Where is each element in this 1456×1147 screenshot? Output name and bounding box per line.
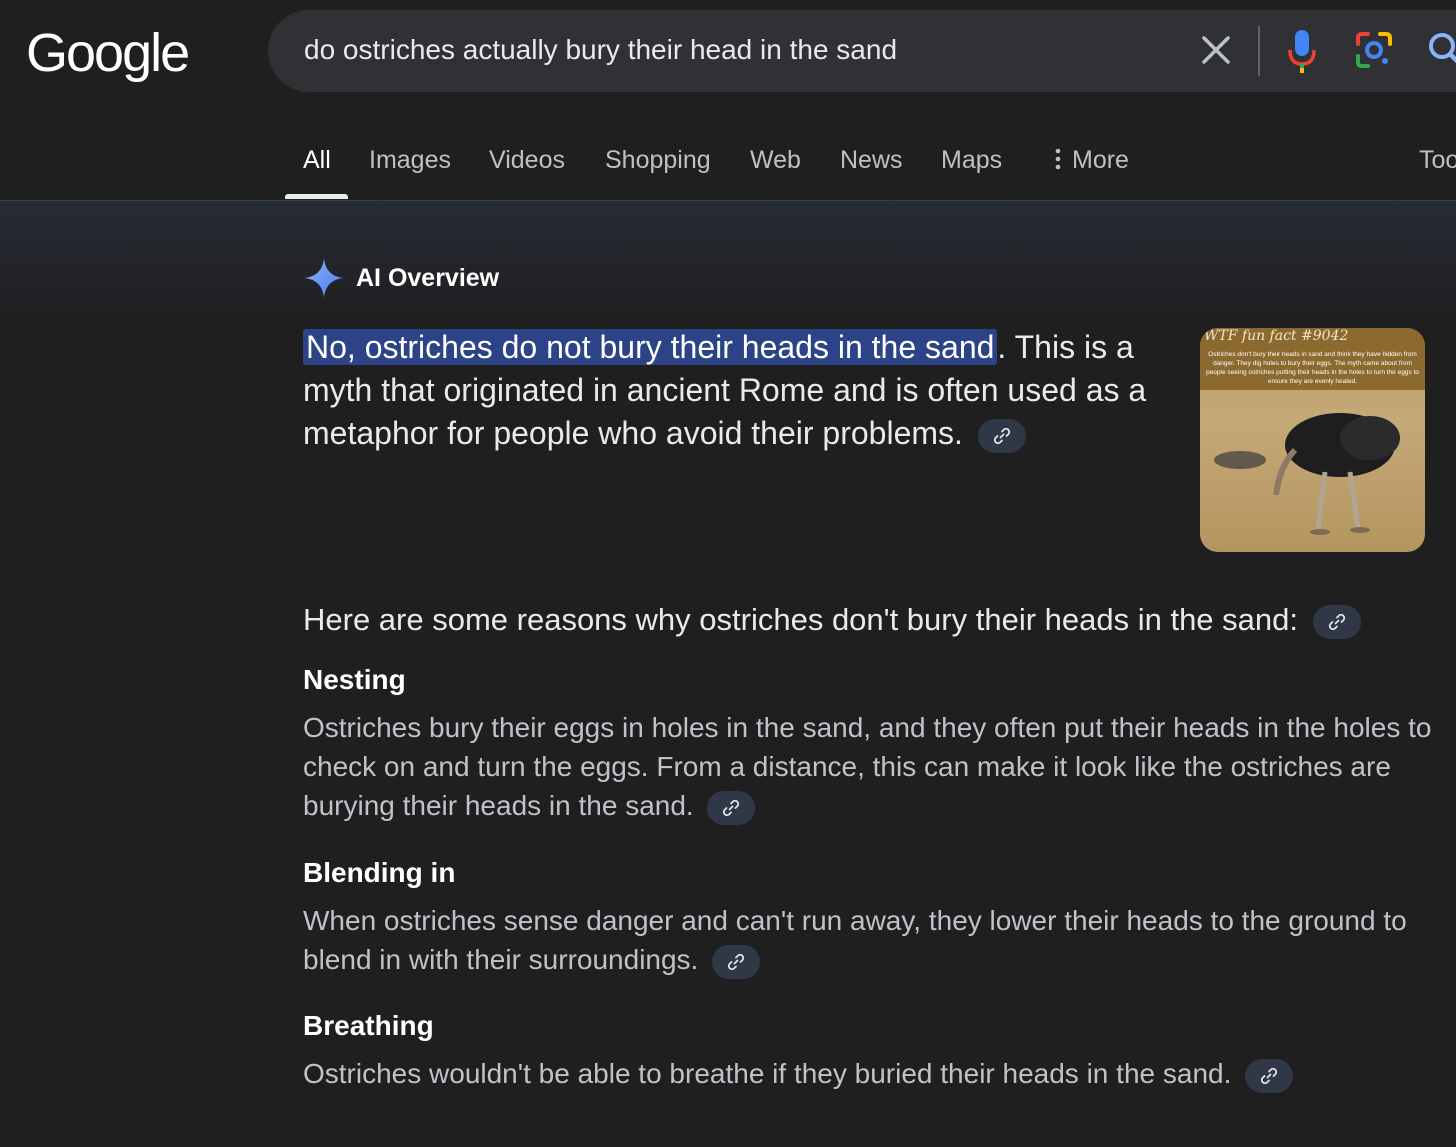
reason-body-breathing: Ostriches wouldn't be able to breathe if… [303, 1054, 1433, 1093]
search-icon[interactable] [1426, 30, 1456, 70]
reason-text: Ostriches wouldn't be able to breathe if… [303, 1058, 1232, 1089]
clear-icon[interactable] [1198, 32, 1234, 68]
tab-all[interactable]: All [303, 146, 331, 175]
tab-images[interactable]: Images [369, 146, 451, 175]
link-icon [1328, 613, 1345, 630]
image-caption-band: WTF fun fact #9042 Ostriches don't bury … [1200, 328, 1425, 390]
source-link-button[interactable] [1312, 604, 1361, 639]
reason-body-nesting: Ostriches bury their eggs in holes in th… [303, 708, 1433, 825]
sparkle-icon [304, 258, 344, 298]
microphone-icon[interactable] [1286, 28, 1318, 74]
ai-overview-title: AI Overview [356, 264, 500, 292]
google-logo[interactable]: Google [26, 22, 190, 84]
ostrich-illustration [1214, 413, 1400, 535]
image-title: WTF fun fact #9042 [1204, 328, 1349, 344]
reason-title-nesting: Nesting [303, 664, 406, 695]
tab-news[interactable]: News [840, 146, 903, 175]
tab-maps[interactable]: Maps [941, 146, 1002, 175]
search-tabs: All Images Videos Shopping Web News Maps… [0, 140, 1456, 200]
image-caption: Ostriches don't bury their heads in sand… [1206, 351, 1419, 385]
ostrich-fact-image[interactable]: WTF fun fact #9042 Ostriches don't bury … [1200, 328, 1425, 552]
summary-highlight: No, ostriches do not bury their heads in… [303, 329, 998, 365]
reasons-intro-text: Here are some reasons why ostriches don'… [303, 602, 1298, 637]
link-icon [723, 799, 740, 816]
reason-title-breathing: Breathing [303, 1010, 434, 1041]
source-link-button[interactable] [707, 790, 756, 825]
tab-web[interactable]: Web [750, 146, 801, 175]
search-box[interactable]: do ostriches actually bury their head in… [268, 10, 1456, 92]
ai-overview-gradient [0, 201, 1456, 321]
ai-summary: No, ostriches do not bury their heads in… [303, 326, 1183, 455]
source-link-button[interactable] [977, 418, 1026, 453]
reason-text: Ostriches bury their eggs in holes in th… [303, 712, 1432, 821]
reason-title-blending: Blending in [303, 857, 456, 888]
tab-more[interactable]: More [1052, 146, 1129, 175]
tab-more-label: More [1072, 146, 1129, 174]
reason-body-blending: When ostriches sense danger and can't ru… [303, 901, 1433, 979]
reasons-intro: Here are some reasons why ostriches don'… [303, 602, 1361, 639]
reason-text: When ostriches sense danger and can't ru… [303, 905, 1407, 975]
link-icon [993, 427, 1010, 444]
active-tab-indicator [285, 194, 348, 199]
lens-icon[interactable] [1354, 30, 1394, 70]
tab-shopping[interactable]: Shopping [605, 146, 711, 175]
source-link-button[interactable] [712, 944, 761, 979]
tab-tools[interactable]: Too [1419, 146, 1456, 175]
tab-videos[interactable]: Videos [489, 146, 565, 175]
search-input[interactable]: do ostriches actually bury their head in… [304, 34, 897, 66]
source-link-button[interactable] [1245, 1058, 1294, 1093]
link-icon [1261, 1067, 1278, 1084]
link-icon [728, 953, 745, 970]
more-vert-icon [1055, 148, 1061, 170]
search-divider [1258, 26, 1260, 76]
